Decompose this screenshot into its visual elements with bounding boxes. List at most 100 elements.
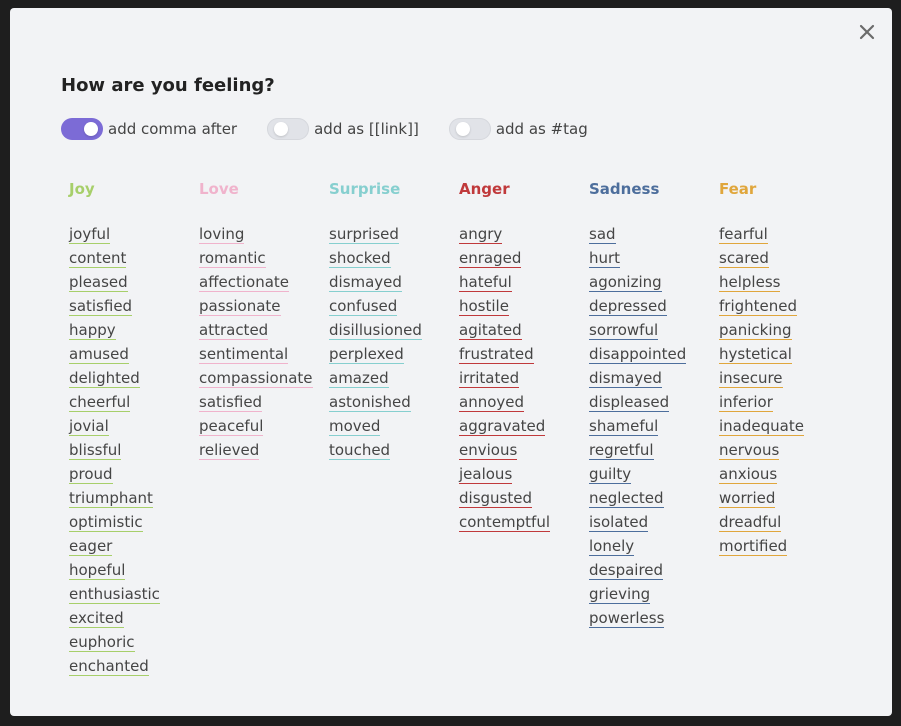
toggle-option-1[interactable]: add comma after bbox=[61, 118, 237, 140]
emotion-word-link[interactable]: moved bbox=[329, 417, 381, 436]
emotion-word-link[interactable]: cheerful bbox=[69, 393, 131, 412]
emotion-word-link[interactable]: powerless bbox=[589, 609, 665, 628]
emotion-word-link[interactable]: grieving bbox=[589, 585, 651, 604]
emotion-word-link[interactable]: blissful bbox=[69, 441, 122, 460]
list-item: enthusiastic bbox=[69, 582, 195, 606]
emotion-word-link[interactable]: frightened bbox=[719, 297, 798, 316]
emotion-word-link[interactable]: astonished bbox=[329, 393, 411, 412]
emotion-word-link[interactable]: hostile bbox=[459, 297, 509, 316]
emotion-word-link[interactable]: amazed bbox=[329, 369, 389, 388]
emotion-word-link[interactable]: compassionate bbox=[199, 369, 313, 388]
list-item: astonished bbox=[329, 390, 455, 414]
emotion-word-link[interactable]: displeased bbox=[589, 393, 670, 412]
close-button[interactable] bbox=[856, 21, 878, 43]
toggle-option-3[interactable]: add as #tag bbox=[448, 118, 588, 140]
emotion-word-link[interactable]: delighted bbox=[69, 369, 140, 388]
toggle-switch[interactable] bbox=[61, 118, 103, 140]
emotion-word-link[interactable]: eager bbox=[69, 537, 113, 556]
emotion-word-link[interactable]: happy bbox=[69, 321, 116, 340]
emotion-word-link[interactable]: envious bbox=[459, 441, 518, 460]
emotion-word-link[interactable]: joyful bbox=[69, 225, 111, 244]
emotion-word-link[interactable]: attracted bbox=[199, 321, 269, 340]
emotion-word-link[interactable]: passionate bbox=[199, 297, 281, 316]
emotion-word-link[interactable]: enraged bbox=[459, 249, 522, 268]
list-item: romantic bbox=[199, 246, 325, 270]
emotion-word-link[interactable]: sentimental bbox=[199, 345, 289, 364]
emotion-word-link[interactable]: inadequate bbox=[719, 417, 804, 436]
emotion-word-link[interactable]: scared bbox=[719, 249, 769, 268]
emotion-word-link[interactable]: inferior bbox=[719, 393, 773, 412]
emotion-word-link[interactable]: shameful bbox=[589, 417, 659, 436]
emotion-word-link[interactable]: hopeful bbox=[69, 561, 126, 580]
emotion-word-link[interactable]: lonely bbox=[589, 537, 635, 556]
toggle-switch[interactable] bbox=[267, 118, 310, 140]
emotion-word-link[interactable]: euphoric bbox=[69, 633, 135, 652]
emotion-word-link[interactable]: regretful bbox=[589, 441, 654, 460]
emotion-word-link[interactable]: helpless bbox=[719, 273, 781, 292]
emotion-word-link[interactable]: dismayed bbox=[589, 369, 662, 388]
emotion-word-link[interactable]: romantic bbox=[199, 249, 266, 268]
emotion-word-link[interactable]: anxious bbox=[719, 465, 778, 484]
emotion-word-link[interactable]: peaceful bbox=[199, 417, 264, 436]
emotion-word-link[interactable]: satisfied bbox=[199, 393, 263, 412]
emotion-word-link[interactable]: jovial bbox=[69, 417, 109, 436]
emotion-word-link[interactable]: irritated bbox=[459, 369, 520, 388]
toggle-switch[interactable] bbox=[448, 118, 491, 140]
emotion-word-link[interactable]: confused bbox=[329, 297, 398, 316]
emotion-word-link[interactable]: sorrowful bbox=[589, 321, 659, 340]
emotion-word-link[interactable]: frustrated bbox=[459, 345, 534, 364]
list-item: shameful bbox=[589, 414, 715, 438]
emotion-word-link[interactable]: depressed bbox=[589, 297, 667, 316]
emotion-word-link[interactable]: disgusted bbox=[459, 489, 532, 508]
emotion-word-link[interactable]: hateful bbox=[459, 273, 512, 292]
emotion-word-link[interactable]: insecure bbox=[719, 369, 783, 388]
emotion-word-link[interactable]: agitated bbox=[459, 321, 522, 340]
emotion-word-link[interactable]: neglected bbox=[589, 489, 664, 508]
emotion-word-link[interactable]: disappointed bbox=[589, 345, 687, 364]
emotion-word-link[interactable]: despaired bbox=[589, 561, 664, 580]
emotion-word-link[interactable]: fearful bbox=[719, 225, 768, 244]
list-item: angry bbox=[459, 222, 585, 246]
emotion-word-link[interactable]: touched bbox=[329, 441, 391, 460]
emotion-word-link[interactable]: surprised bbox=[329, 225, 399, 244]
emotion-word-link[interactable]: isolated bbox=[589, 513, 649, 532]
emotion-word-link[interactable]: relieved bbox=[199, 441, 260, 460]
emotion-word-link[interactable]: optimistic bbox=[69, 513, 143, 532]
emotion-word-link[interactable]: content bbox=[69, 249, 127, 268]
emotion-word-link[interactable]: jealous bbox=[459, 465, 513, 484]
emotion-word-link[interactable]: hystetical bbox=[719, 345, 792, 364]
emotion-word-link[interactable]: hurt bbox=[589, 249, 621, 268]
emotion-word-link[interactable]: angry bbox=[459, 225, 503, 244]
emotion-word-link[interactable]: enchanted bbox=[69, 657, 149, 676]
emotion-word-link[interactable]: sad bbox=[589, 225, 616, 244]
list-item: satisfied bbox=[69, 294, 195, 318]
toggle-option-2[interactable]: add as [[link]] bbox=[267, 118, 419, 140]
emotion-word-link[interactable]: loving bbox=[199, 225, 245, 244]
emotion-word-link[interactable]: agonizing bbox=[589, 273, 662, 292]
emotion-word-link[interactable]: nervous bbox=[719, 441, 780, 460]
emotion-word-link[interactable]: proud bbox=[69, 465, 113, 484]
emotion-word-link[interactable]: enthusiastic bbox=[69, 585, 160, 604]
list-item: frustrated bbox=[459, 342, 585, 366]
list-item: hateful bbox=[459, 270, 585, 294]
emotion-word-link[interactable]: excited bbox=[69, 609, 124, 628]
emotion-column-fear: Fear fearful scared helpless frightened panic… bbox=[719, 177, 845, 558]
emotion-word-link[interactable]: dreadful bbox=[719, 513, 782, 532]
emotion-word-link[interactable]: perplexed bbox=[329, 345, 404, 364]
emotion-word-link[interactable]: triumphant bbox=[69, 489, 153, 508]
emotion-word-link[interactable]: disillusioned bbox=[329, 321, 422, 340]
emotion-word-link[interactable]: satisfied bbox=[69, 297, 133, 316]
emotion-word-link[interactable]: dismayed bbox=[329, 273, 402, 292]
emotion-word-link[interactable]: shocked bbox=[329, 249, 391, 268]
emotion-word-link[interactable]: panicking bbox=[719, 321, 792, 340]
emotion-word-link[interactable]: annoyed bbox=[459, 393, 525, 412]
emotion-word-link[interactable]: pleased bbox=[69, 273, 128, 292]
emotion-word-link[interactable]: amused bbox=[69, 345, 129, 364]
emotion-word-link[interactable]: affectionate bbox=[199, 273, 290, 292]
emotion-word-link[interactable]: aggravated bbox=[459, 417, 546, 436]
emotion-word-link[interactable]: guilty bbox=[589, 465, 632, 484]
list-item: passionate bbox=[199, 294, 325, 318]
emotion-word-link[interactable]: worried bbox=[719, 489, 776, 508]
emotion-word-link[interactable]: contemptful bbox=[459, 513, 551, 532]
emotion-word-link[interactable]: mortified bbox=[719, 537, 788, 556]
